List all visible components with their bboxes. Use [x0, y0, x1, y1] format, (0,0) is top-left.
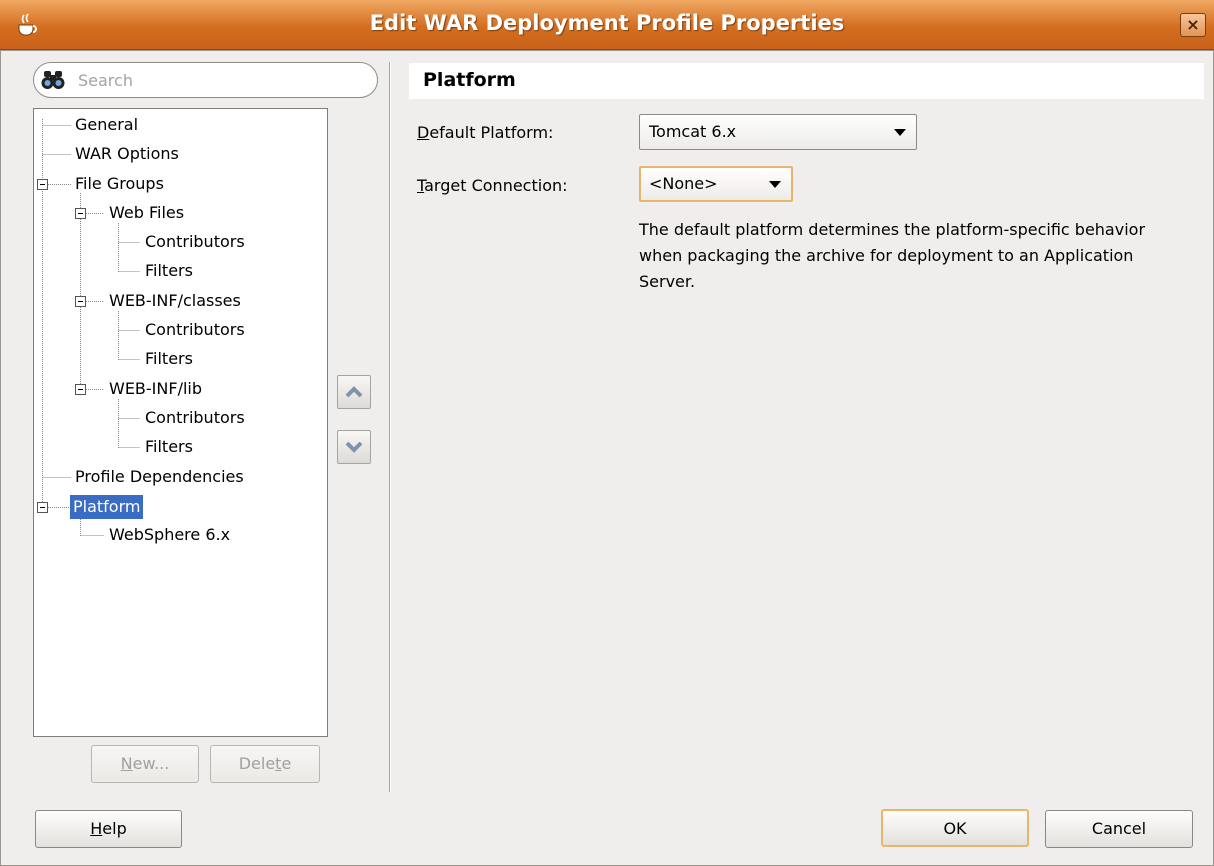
close-button[interactable]: × [1180, 13, 1206, 37]
target-connection-select[interactable]: <None> [639, 166, 793, 202]
binoculars-icon [41, 71, 65, 89]
move-up-button[interactable] [337, 375, 371, 409]
target-connection-label-text: arget Connection: [424, 176, 568, 195]
default-platform-label-text: efault Platform: [429, 123, 554, 142]
help-mnemonic: H [90, 819, 103, 838]
tree-item-websphere[interactable]: WebSphere 6.x [106, 523, 233, 547]
tree-item-classes-contributors[interactable]: Contributors [142, 318, 248, 342]
search-input[interactable] [78, 69, 368, 91]
default-platform-label: Default Platform: [417, 123, 553, 142]
target-connection-value: <None> [649, 174, 718, 193]
tree-item-lib-contributors[interactable]: Contributors [142, 406, 248, 430]
chevron-down-icon [345, 441, 363, 453]
section-header: Platform [409, 63, 1204, 99]
tree-item-web-files-contributors[interactable]: Contributors [142, 230, 248, 254]
tree-item-classes-filters[interactable]: Filters [142, 347, 196, 371]
tree-item-file-groups[interactable]: File Groups [72, 172, 167, 196]
chevron-up-icon [345, 386, 363, 398]
new-button[interactable]: New... [91, 745, 199, 783]
new-mnemonic: N [120, 754, 133, 773]
tree-item-platform[interactable]: Platform [70, 495, 144, 519]
tree-item-war-options[interactable]: WAR Options [72, 142, 182, 166]
platform-description: The default platform determines the plat… [639, 220, 1146, 291]
title-bar: Edit WAR Deployment Profile Properties × [0, 0, 1214, 50]
tree-item-web-inf-lib[interactable]: WEB-INF/lib [106, 377, 205, 401]
target-connection-label: Target Connection: [417, 176, 568, 195]
new-label-rest: ew... [132, 754, 170, 773]
window-title: Edit WAR Deployment Profile Properties [369, 11, 845, 35]
move-down-button[interactable] [337, 430, 371, 464]
default-platform-value: Tomcat 6.x [649, 122, 737, 141]
cancel-button[interactable]: Cancel [1045, 810, 1193, 848]
navigation-tree[interactable]: General WAR Options File Groups Web File… [33, 108, 328, 737]
help-label-rest: elp [102, 819, 127, 838]
tree-item-web-files[interactable]: Web Files [106, 201, 187, 225]
search-box [33, 62, 378, 98]
tree-item-web-inf-classes[interactable]: WEB-INF/classes [106, 289, 244, 313]
tree-item-web-files-filters[interactable]: Filters [142, 259, 196, 283]
help-button[interactable]: Help [35, 810, 182, 848]
default-platform-select[interactable]: Tomcat 6.x [639, 114, 917, 150]
default-platform-mnemonic: D [417, 123, 430, 142]
panel-divider [389, 62, 391, 792]
delete-label-rest: e [281, 754, 292, 773]
dropdown-arrow-icon [894, 129, 906, 136]
tree-item-general[interactable]: General [72, 113, 141, 137]
tree-item-profile-dependencies[interactable]: Profile Dependencies [72, 465, 247, 489]
section-title: Platform [423, 69, 516, 91]
ok-button[interactable]: OK [881, 809, 1029, 847]
dropdown-arrow-icon [769, 181, 781, 188]
delete-button[interactable]: Delete [210, 745, 320, 783]
delete-label-prefix: Dele [238, 754, 276, 773]
tree-item-lib-filters[interactable]: Filters [142, 435, 196, 459]
